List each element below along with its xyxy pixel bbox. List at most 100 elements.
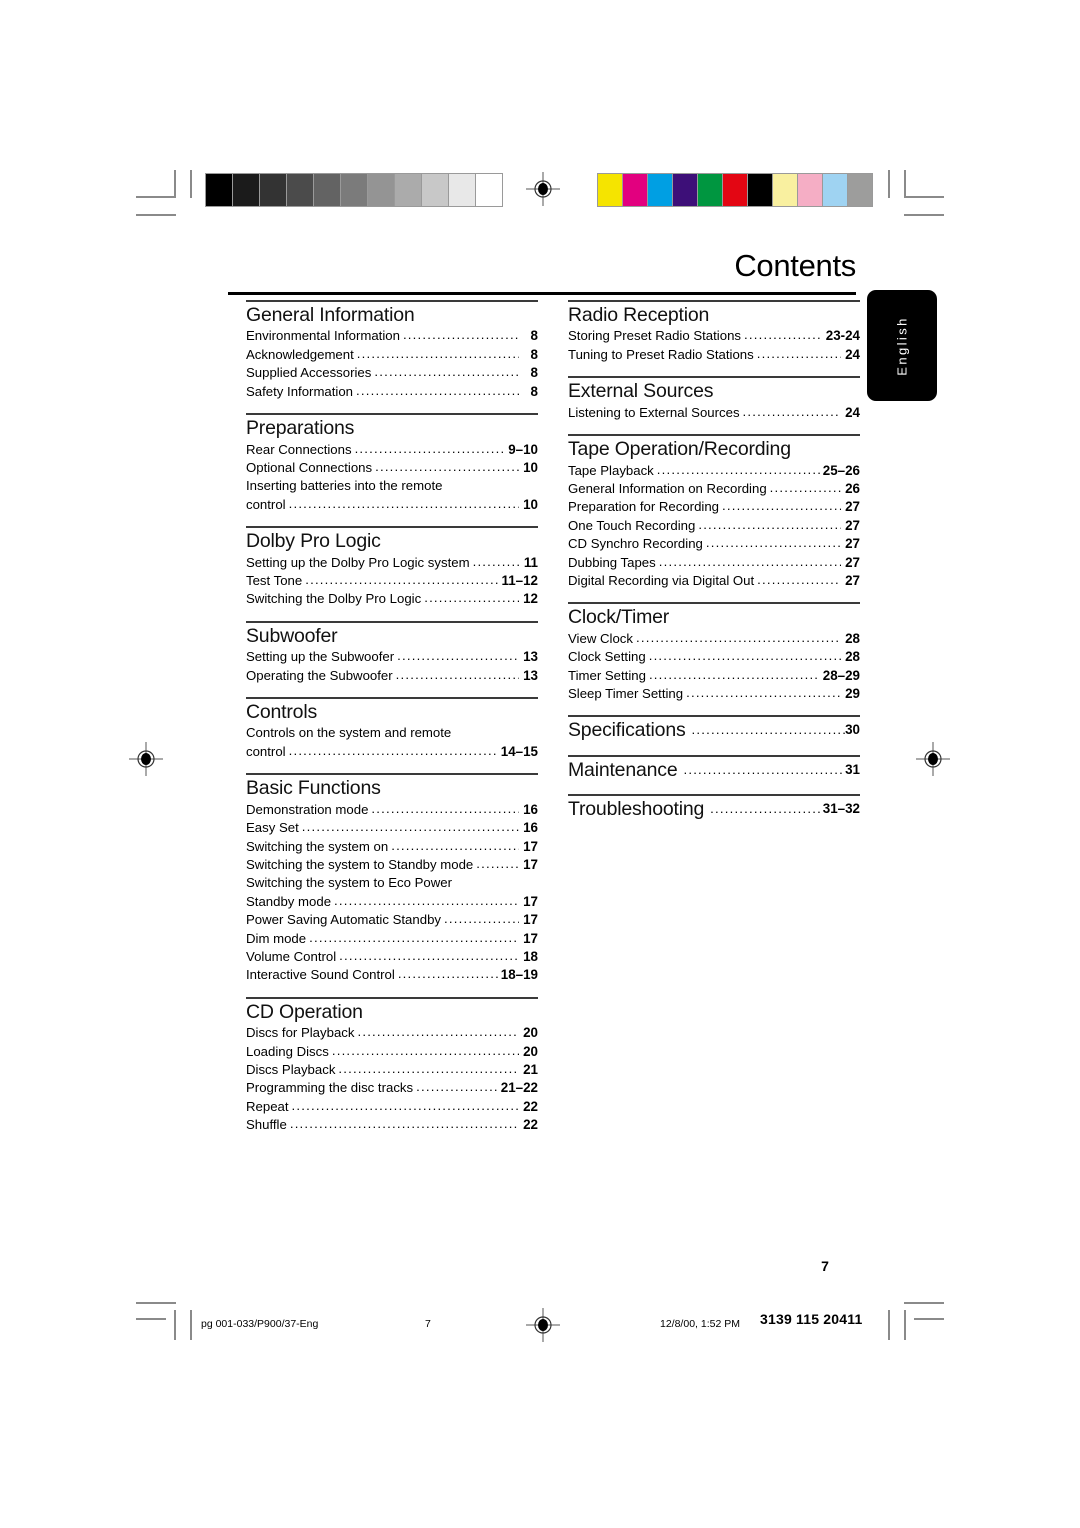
toc-entry[interactable]: Demonstration mode......................…: [246, 801, 538, 819]
leader-dots: ........................................…: [648, 666, 820, 682]
toc-entry[interactable]: Power Saving Automatic Standby..........…: [246, 911, 538, 929]
toc-page-number: 28: [845, 630, 860, 646]
toc-entry[interactable]: Tuning to Preset Radio Stations.........…: [568, 346, 860, 364]
toc-entry-title: Shuffle: [246, 1117, 287, 1133]
toc-entry[interactable]: Easy Set................................…: [246, 819, 538, 837]
footer-document-code: 3139 115 20411: [760, 1311, 863, 1327]
toc-entry[interactable]: Digital Recording via Digital Out.......…: [568, 572, 860, 590]
toc-entry[interactable]: Maintenance.............................…: [568, 759, 860, 782]
toc-entry[interactable]: Programming the disc tracks.............…: [246, 1079, 538, 1097]
toc-entry[interactable]: Troubleshooting.........................…: [568, 798, 860, 821]
footer-file-name: pg 001-033/P900/37-Eng: [201, 1318, 319, 1330]
toc-entry[interactable]: Operating the Subwoofer.................…: [246, 667, 538, 685]
toc-entry[interactable]: Switching the system on.................…: [246, 838, 538, 856]
toc-entry[interactable]: Listening to External Sources...........…: [568, 404, 860, 422]
toc-page-number: 27: [845, 554, 860, 570]
toc-entry[interactable]: Acknowledgement.........................…: [246, 346, 538, 364]
gray-swatch: [368, 174, 394, 206]
language-tab: English: [867, 290, 937, 401]
toc-entry-title: Switching the system to Eco Power: [246, 875, 452, 891]
toc-column-right: Radio Reception Storing Preset Radio Stat…: [568, 300, 860, 834]
toc-entry[interactable]: CD Synchro Recording....................…: [568, 535, 860, 553]
toc-entry[interactable]: Timer Setting...........................…: [568, 667, 860, 685]
registration-mark-right: [916, 742, 950, 776]
crop-mark-top-right-v: [904, 170, 906, 198]
toc-entry-title: Optional Connections: [246, 459, 373, 475]
gray-swatch: [449, 174, 475, 206]
toc-entry-title: Tape Playback: [568, 462, 654, 478]
crop-mark-top-left-v2: [190, 170, 192, 198]
toc-entry[interactable]: Environmental Information...............…: [246, 327, 538, 345]
toc-entry[interactable]: Loading Discs...........................…: [246, 1043, 538, 1061]
toc-entry[interactable]: Repeat..................................…: [246, 1098, 538, 1116]
toc-entry[interactable]: control.................................…: [246, 743, 538, 761]
toc-entry[interactable]: Test Tone...............................…: [246, 572, 538, 590]
toc-entry-title: General Information on Recording: [568, 480, 767, 496]
toc-entry[interactable]: Tape Playback...........................…: [568, 462, 860, 480]
toc-entry[interactable]: control.................................…: [246, 496, 538, 514]
toc-page-number: 13: [523, 667, 538, 683]
color-swatch: [598, 174, 622, 206]
leader-dots: ........................................…: [769, 479, 841, 495]
toc-entry[interactable]: Dubbing Tapes...........................…: [568, 554, 860, 572]
toc-entry[interactable]: Volume Control..........................…: [246, 948, 538, 966]
toc-page-number: 16: [523, 801, 538, 817]
toc-entry[interactable]: Shuffle.................................…: [246, 1116, 538, 1134]
toc-entry-title: Preparation for Recording: [568, 499, 720, 515]
footer-page-number: 7: [425, 1318, 431, 1330]
toc-entry[interactable]: One Touch Recording.....................…: [568, 517, 860, 535]
color-swatch: [723, 174, 747, 206]
toc-entry[interactable]: Clock Setting...........................…: [568, 648, 860, 666]
leader-dots: ........................................…: [686, 685, 841, 701]
toc-entry[interactable]: Supplied Accessories....................…: [246, 364, 538, 382]
grayscale-step-wedge: [205, 173, 503, 207]
toc-entry[interactable]: Inserting batteries into the remote.....…: [246, 477, 538, 495]
toc-entry[interactable]: Setting up the Dolby Pro Logic system...…: [246, 554, 538, 572]
toc-page-number: 18–19: [500, 967, 538, 983]
toc-entry[interactable]: Storing Preset Radio Stations...........…: [568, 327, 860, 345]
toc-entry[interactable]: Sleep Timer Setting.....................…: [568, 685, 860, 703]
toc-entry[interactable]: Safety Information......................…: [246, 383, 538, 401]
toc-entry[interactable]: General Information on Recording........…: [568, 480, 860, 498]
crop-mark-bottom-left-h: [136, 1302, 176, 1304]
leader-dots: ........................................…: [291, 1097, 519, 1113]
toc-page-number: 22: [523, 1117, 538, 1133]
toc-entry[interactable]: View Clock..............................…: [568, 630, 860, 648]
toc-section-heading: Radio Reception: [568, 304, 710, 326]
toc-entry[interactable]: Discs for Playback......................…: [246, 1024, 538, 1042]
toc-section-divider: [568, 434, 860, 437]
toc-entry[interactable]: Preparation for Recording...............…: [568, 498, 860, 516]
crop-mark-top-left-v: [174, 170, 176, 198]
toc-section-heading: External Sources: [568, 380, 714, 403]
gray-swatch: [314, 174, 340, 206]
toc-page-number: 28: [845, 649, 860, 665]
toc-page-number: 25–26: [822, 462, 860, 478]
leader-dots: ........................................…: [756, 345, 841, 361]
toc-entry[interactable]: Controls on the system and remote.......…: [246, 724, 538, 742]
toc-entry[interactable]: Optional Connections....................…: [246, 459, 538, 477]
toc-entry-title: Listening to External Sources: [568, 404, 740, 420]
toc-section-divider: [568, 300, 860, 302]
toc-page-number: 11: [523, 554, 538, 570]
leader-dots: ........................................…: [742, 403, 841, 419]
toc-entry[interactable]: Switching the system to Standby mode....…: [246, 856, 538, 874]
toc-entry[interactable]: Interactive Sound Control...............…: [246, 966, 538, 984]
toc-page-number: 17: [523, 838, 538, 854]
toc-page-number: 31–32: [822, 801, 860, 817]
toc-entry[interactable]: Specifications..........................…: [568, 719, 860, 742]
toc-entry[interactable]: Dim mode................................…: [246, 930, 538, 948]
toc-page-number: 22: [523, 1098, 538, 1114]
toc-entry[interactable]: Switching the system to Eco Power.......…: [246, 874, 538, 892]
toc-page-number: 8: [530, 365, 538, 381]
toc-entry[interactable]: Switching the Dolby Pro Logic...........…: [246, 590, 538, 608]
toc-entry[interactable]: Setting up the Subwoofer................…: [246, 648, 538, 666]
toc-entry[interactable]: Discs Playback..........................…: [246, 1061, 538, 1079]
toc-section: Clock/Timer View Clock...................…: [568, 602, 860, 703]
leader-dots: ........................................…: [339, 947, 519, 963]
leader-dots: ........................................…: [424, 590, 519, 606]
toc-entry-title: Storing Preset Radio Stations: [568, 328, 741, 344]
toc-section: General Information Environmental Informa…: [246, 300, 538, 401]
toc-entry[interactable]: Standby mode............................…: [246, 893, 538, 911]
toc-entry[interactable]: Rear Connections........................…: [246, 441, 538, 459]
toc-page-number: 16: [523, 820, 538, 836]
